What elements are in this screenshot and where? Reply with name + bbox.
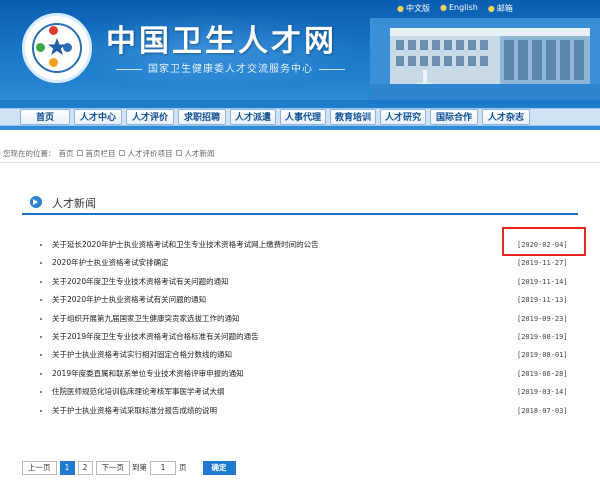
link-bullet-icon: ●	[397, 4, 404, 13]
goto-prefix: 到第	[132, 463, 147, 472]
bullet-icon	[40, 391, 42, 394]
section-title: 人才新闻	[52, 197, 96, 210]
site-logo[interactable]	[22, 13, 92, 83]
link-bullet-icon: ●	[487, 4, 495, 13]
list-item[interactable]: 关于组织开展第九届国家卫生健康突贡家选拔工作的通知 [2019-09-23]	[36, 310, 578, 328]
goto-page-input[interactable]	[150, 460, 176, 475]
list-item[interactable]: 2019年度委直属和联系单位专业技术资格评审申报的通知 [2019-06-28]	[36, 365, 578, 383]
next-page-button[interactable]: 下一页	[95, 460, 130, 475]
mail-link[interactable]: ● 邮箱	[488, 3, 513, 14]
news-title[interactable]: 关于护士执业资格考试实行相对固定合格分数线的通知	[52, 346, 232, 364]
logo-figure-red	[49, 26, 58, 35]
logo-star-icon	[48, 38, 66, 55]
nav-item-education[interactable]: 教育培训	[330, 109, 376, 125]
list-item[interactable]: 关于2020年护士执业资格考试有关问题的通知 [2019-11-13]	[36, 291, 578, 309]
bullet-icon	[40, 317, 42, 320]
page-number-current[interactable]: 1	[59, 460, 75, 475]
link-bullet-icon: ●	[439, 3, 447, 12]
list-item[interactable]: 关于护士执业资格考试实行相对固定合格分数线的通知 [2019-08-01]	[36, 346, 578, 364]
bullet-icon	[40, 372, 42, 375]
news-date: [2019-03-14]	[517, 388, 568, 397]
subtitle-right-rule	[319, 68, 345, 70]
news-date: [2019-11-13]	[517, 296, 568, 305]
prev-page-button[interactable]: 上一页	[22, 460, 57, 475]
lang-link-chinese[interactable]: ● 中文版	[397, 3, 430, 14]
list-item[interactable]: 2020年护士执业资格考试安排确定 [2019-11-27]	[36, 254, 578, 272]
news-title[interactable]: 2020年护士执业资格考试安排确定	[52, 254, 169, 272]
list-item[interactable]: 住院医师规范化培训临床理论考核军事医学考试大纲 [2019-03-14]	[36, 383, 578, 401]
subtitle-text: 国家卫生健康委人才交流服务中心	[148, 64, 313, 75]
bullet-icon	[40, 280, 42, 283]
pagination: 上一页 1 2 下一页 到第 页 确定	[22, 460, 236, 475]
site-title: 中国卫生人才网	[106, 24, 337, 59]
logo-figure-orange	[49, 58, 58, 67]
news-title[interactable]: 关于护士执业资格考试采取标准分报告成绩的说明	[52, 402, 217, 420]
breadcrumb-project[interactable]: 人才评价项目	[128, 148, 173, 159]
news-date: [2019-08-01]	[517, 351, 568, 360]
bullet-icon	[40, 299, 42, 302]
goto-suffix: 页	[179, 463, 187, 472]
breadcrumb: 您现在的位置： 首页 首页栏目 人才评价项目 人才新闻	[3, 147, 215, 159]
confirm-button[interactable]: 确定	[202, 460, 236, 475]
lang-link-english[interactable]: ● English	[440, 3, 478, 14]
nav-item-international[interactable]: 国际合作	[430, 109, 478, 125]
news-title[interactable]: 关于2020年度卫生专业技术资格考试有关问题的通知	[52, 273, 229, 291]
breadcrumb-separator-icon	[118, 150, 125, 156]
section-header: 人才新闻	[22, 193, 578, 215]
list-item[interactable]: 关于延长2020年护士执业资格考试和卫生专业技术资格考试网上缴费时间的公告 [2…	[36, 236, 578, 254]
news-date: [2019-08-19]	[517, 332, 568, 341]
site-header: 中国卫生人才网 国家卫生健康委人才交流服务中心 ● 中文版 ● English ● 邮…	[0, 0, 600, 100]
breadcrumb-separator-icon	[175, 150, 182, 156]
news-title[interactable]: 2019年度委直属和联系单位专业技术资格评审申报的通知	[52, 365, 244, 383]
bullet-icon	[40, 354, 42, 357]
breadcrumb-home[interactable]: 首页	[59, 148, 74, 159]
bullet-icon	[40, 244, 42, 246]
breadcrumb-column[interactable]: 首页栏目	[86, 148, 116, 159]
news-title[interactable]: 关于2020年护士执业资格考试有关问题的通知	[52, 291, 206, 309]
news-date: [2019-09-23]	[517, 314, 568, 323]
top-links: ● 中文版 ● English ● 邮箱	[397, 3, 513, 14]
nav-item-talent-research[interactable]: 人才研究	[380, 109, 426, 125]
news-title[interactable]: 关于延长2020年护士执业资格考试和卫生专业技术资格考试网上缴费时间的公告	[52, 236, 319, 254]
list-item[interactable]: 关于2020年度卫生专业技术资格考试有关问题的通知 [2019-11-14]	[36, 273, 578, 291]
page-number[interactable]: 2	[77, 460, 93, 475]
news-title[interactable]: 关于组织开展第九届国家卫生健康突贡家选拔工作的通知	[52, 310, 240, 328]
main-nav: 首页 人才中心 人才评价 求职招聘 人才派遣 人事代理 教育培训 人才研究 国际…	[0, 100, 600, 130]
bullet-icon	[40, 409, 42, 412]
nav-item-talent-evaluation[interactable]: 人才评价	[126, 109, 174, 125]
breadcrumb-separator-icon	[76, 150, 83, 156]
nav-item-talent-center[interactable]: 人才中心	[74, 109, 122, 125]
news-date: [2020-02-04]	[517, 240, 568, 249]
nav-item-job-seeking[interactable]: 求职招聘	[178, 109, 226, 125]
section-arrow-icon	[30, 196, 42, 208]
subtitle-left-rule	[116, 68, 142, 70]
header-building-illustration	[370, 18, 600, 100]
list-item[interactable]: 关于2019年度卫生专业技术资格考试合格标准有关问题的通告 [2019-08-1…	[36, 328, 578, 346]
news-title[interactable]: 住院医师规范化培训临床理论考核军事医学考试大纲	[52, 383, 225, 401]
news-date: [2018-07-03]	[517, 406, 568, 415]
bullet-icon	[40, 335, 42, 338]
bullet-icon	[40, 262, 42, 265]
site-subtitle: 国家卫生健康委人才交流服务中心	[110, 60, 351, 75]
logo-figure-green	[36, 43, 45, 52]
news-date: [2019-11-14]	[517, 277, 568, 286]
list-item[interactable]: 关于护士执业资格考试采取标准分报告成绩的说明 [2018-07-03]	[36, 402, 578, 420]
nav-item-talent-dispatch[interactable]: 人才派遣	[230, 109, 276, 125]
breadcrumb-current[interactable]: 人才新闻	[185, 148, 215, 159]
news-date: [2019-11-27]	[517, 259, 568, 268]
breadcrumb-divider	[0, 162, 600, 163]
news-title[interactable]: 关于2019年度卫生专业技术资格考试合格标准有关问题的通告	[52, 328, 259, 346]
breadcrumb-label: 您现在的位置：	[3, 148, 56, 158]
news-list: 关于延长2020年护士执业资格考试和卫生专业技术资格考试网上缴费时间的公告 [2…	[36, 236, 578, 420]
news-date: [2019-06-28]	[517, 369, 568, 378]
nav-item-magazine[interactable]: 人才杂志	[482, 109, 530, 125]
nav-item-home[interactable]: 首页	[20, 109, 70, 125]
nav-item-hr-agency[interactable]: 人事代理	[280, 109, 326, 125]
